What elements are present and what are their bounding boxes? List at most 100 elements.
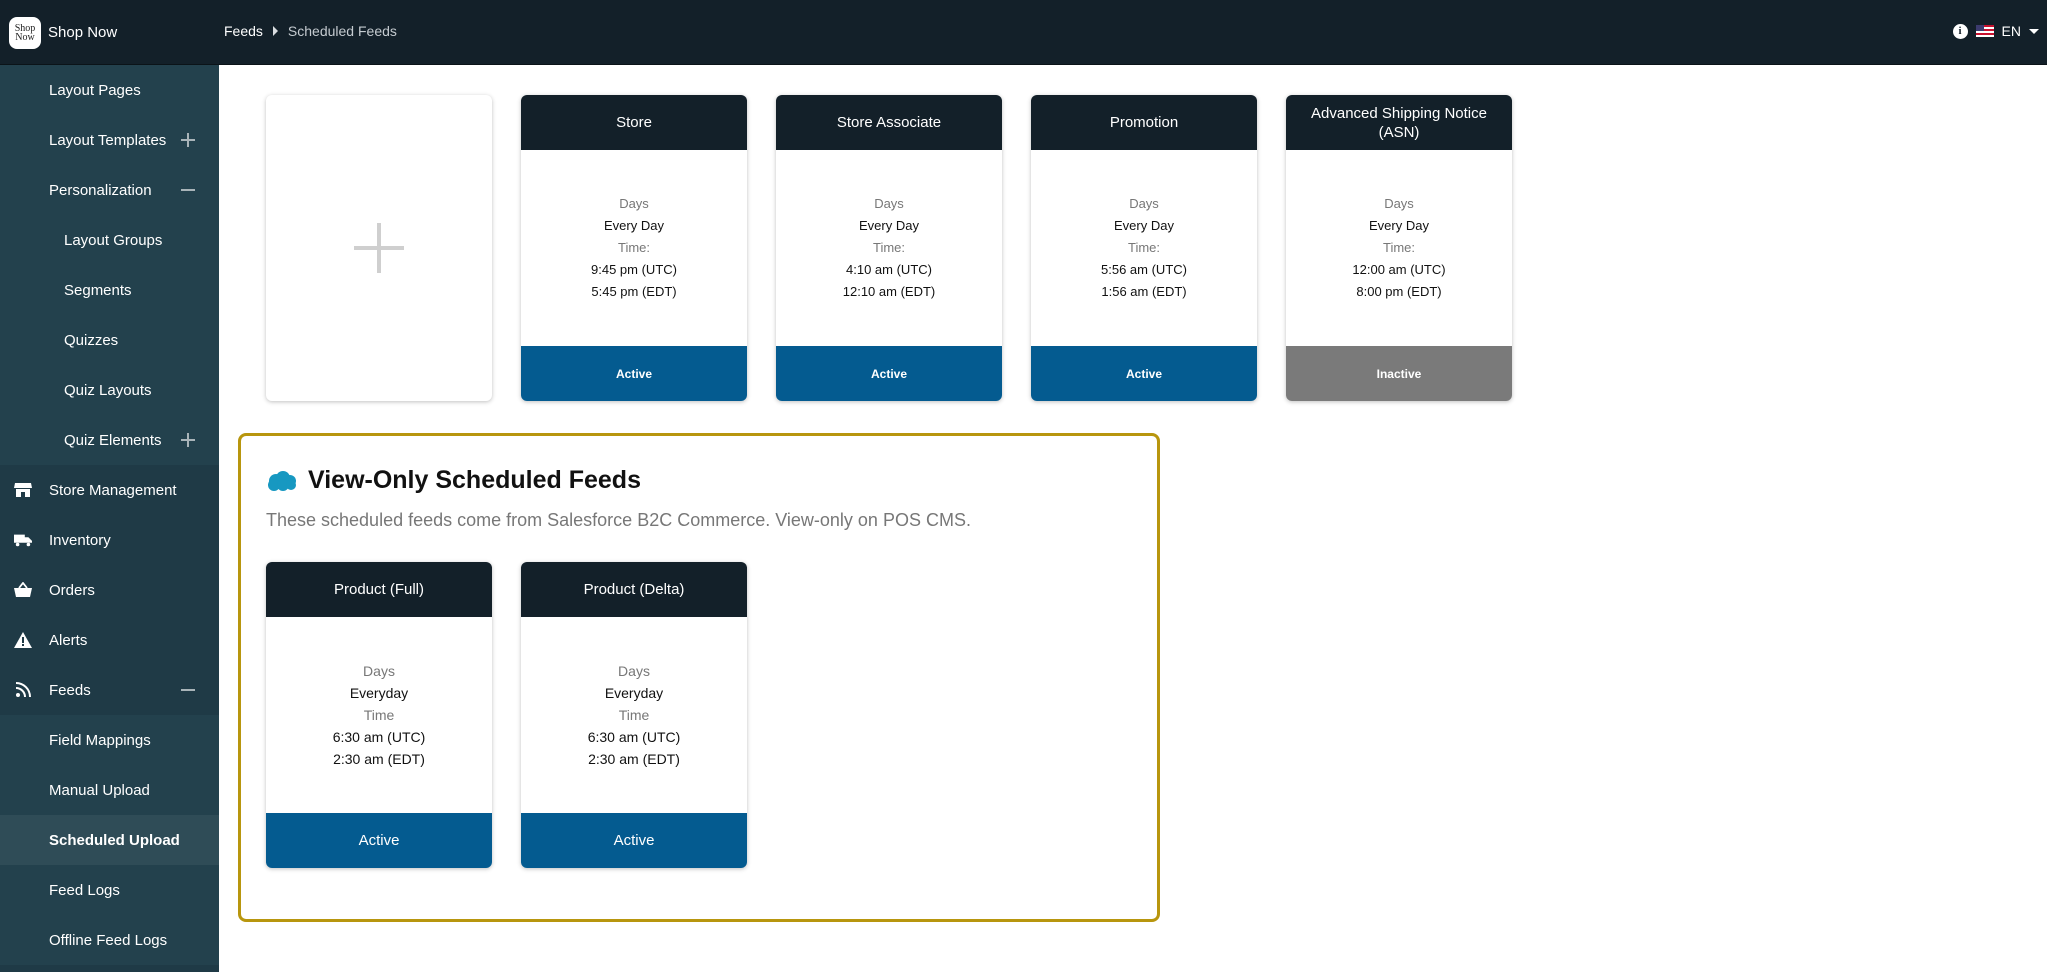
sidebar-item-layout-groups[interactable]: Layout Groups [0,215,219,265]
breadcrumb-separator-icon [272,26,278,36]
feed-card-body: Days Everyday Time 6:30 am (UTC) 2:30 am… [521,617,747,813]
status-badge[interactable]: Inactive [1286,346,1512,401]
sidebar-item-manual-upload[interactable]: Manual Upload [0,765,219,815]
time-local: 1:56 am (EDT) [1101,284,1187,299]
sidebar-item-label: Quizzes [64,331,119,349]
time-utc: 6:30 am (UTC) [587,729,681,745]
sidebar: Layout Pages Layout Templates Personaliz… [0,65,219,972]
sidebar-item-personalization[interactable]: Personalization [0,165,219,215]
status-badge[interactable]: Active [521,346,747,401]
time-local: 5:45 pm (EDT) [591,284,677,299]
time-label: Time: [1127,240,1161,255]
plus-icon [354,223,404,273]
sidebar-item-label: Manual Upload [49,781,150,799]
sidebar-item-label: Alerts [49,631,88,649]
add-scheduled-feed-card[interactable] [266,95,492,401]
time-label: Time [618,707,650,723]
sidebar-item-label: Quiz Elements [64,431,162,449]
days-value: Every Day [604,218,664,233]
warning-icon [14,631,32,649]
sidebar-item-label: Orders [49,581,95,599]
time-local: 2:30 am (EDT) [333,751,425,767]
time-local: 8:00 pm (EDT) [1356,284,1442,299]
status-badge[interactable]: Active [776,346,1002,401]
sidebar-item-alerts[interactable]: Alerts [0,615,219,665]
days-label: Days [363,663,395,679]
feed-card-title: Advanced Shipping Notice (ASN) [1286,95,1512,150]
sidebar-item-segments[interactable]: Segments [0,265,219,315]
sidebar-item-feeds[interactable]: Feeds [0,665,219,715]
feed-card-store[interactable]: Store Days Every Day Time: 9:45 pm (UTC)… [521,95,747,401]
sidebar-item-label: Feed Logs [49,881,120,899]
minus-icon[interactable] [181,683,195,697]
app-logo[interactable]: Shop Now [9,17,41,49]
time-local: 2:30 am (EDT) [588,751,680,767]
sidebar-item-field-mappings[interactable]: Field Mappings [0,715,219,765]
us-flag-icon[interactable] [1975,25,1994,37]
truck-icon [14,531,32,549]
feed-card-promotion[interactable]: Promotion Days Every Day Time: 5:56 am (… [1031,95,1257,401]
basket-icon [14,581,32,599]
app-name[interactable]: Shop Now [48,24,117,41]
time-utc: 9:45 pm (UTC) [591,262,677,277]
chevron-down-icon[interactable] [2029,28,2039,34]
section-title: View-Only Scheduled Feeds [266,466,641,495]
feed-card-product-delta[interactable]: Product (Delta) Days Everyday Time 6:30 … [521,562,747,868]
sidebar-item-offline-feed-logs[interactable]: Offline Feed Logs [0,915,219,965]
sidebar-item-quiz-layouts[interactable]: Quiz Layouts [0,365,219,415]
sidebar-item-label: Feeds [49,681,91,699]
sidebar-item-inventory[interactable]: Inventory [0,515,219,565]
status-badge[interactable]: Active [1031,346,1257,401]
sidebar-item-label: Inventory [49,531,111,549]
time-label: Time: [617,240,651,255]
sidebar-item-label: Scheduled Upload [49,831,180,849]
sidebar-item-scheduled-upload[interactable]: Scheduled Upload [0,815,219,865]
sidebar-item-quizzes[interactable]: Quizzes [0,315,219,365]
feed-card-body: Days Every Day Time: 4:10 am (UTC) 12:10… [776,150,1002,346]
feed-card-asn[interactable]: Advanced Shipping Notice (ASN) Days Ever… [1286,95,1512,401]
time-utc: 5:56 am (UTC) [1101,262,1187,277]
time-utc: 12:00 am (UTC) [1352,262,1446,277]
breadcrumb: Feeds Scheduled Feeds [224,23,397,39]
time-local: 12:10 am (EDT) [842,284,936,299]
days-label: Days [618,663,650,679]
section-description: These scheduled feeds come from Salesfor… [266,510,971,530]
plus-icon[interactable] [181,433,195,447]
feed-card-store-associate[interactable]: Store Associate Days Every Day Time: 4:1… [776,95,1002,401]
feed-card-title: Product (Delta) [521,562,747,617]
feed-card-body: Days Every Day Time: 12:00 am (UTC) 8:00… [1286,150,1512,346]
sidebar-item-layout-pages[interactable]: Layout Pages [0,65,219,115]
sidebar-item-orders[interactable]: Orders [0,565,219,615]
storefront-icon [14,481,32,499]
sidebar-item-store-management[interactable]: Store Management [0,465,219,515]
info-icon[interactable]: i [1952,23,1968,39]
status-badge: Active [521,813,747,868]
sidebar-item-label: Layout Pages [49,81,141,99]
plus-icon[interactable] [181,133,195,147]
sidebar-item-feed-logs[interactable]: Feed Logs [0,865,219,915]
feed-card-title: Store Associate [776,95,1002,150]
sidebar-item-layout-templates[interactable]: Layout Templates [0,115,219,165]
breadcrumb-current: Scheduled Feeds [287,23,397,39]
sidebar-item-label: Layout Groups [64,231,163,249]
time-utc: 6:30 am (UTC) [332,729,426,745]
sidebar-item-label: Personalization [49,181,152,199]
feed-card-product-full[interactable]: Product (Full) Days Everyday Time 6:30 a… [266,562,492,868]
time-label: Time: [872,240,906,255]
feed-card-title: Product (Full) [266,562,492,617]
breadcrumb-feeds-link[interactable]: Feeds [224,23,263,39]
rss-icon [14,681,32,699]
days-value: Every Day [1369,218,1429,233]
language-label[interactable]: EN [2002,23,2021,39]
days-value: Every Day [859,218,919,233]
days-label: Days [874,196,904,211]
days-value: Everyday [604,685,664,701]
time-label: Time [363,707,395,723]
status-badge: Active [266,813,492,868]
minus-icon[interactable] [181,183,195,197]
sidebar-item-label: Layout Templates [49,131,167,149]
view-only-section: View-Only Scheduled Feeds These schedule… [238,433,1160,922]
time-utc: 4:10 am (UTC) [846,262,932,277]
sidebar-item-label: Segments [64,281,132,299]
sidebar-item-quiz-elements[interactable]: Quiz Elements [0,415,219,465]
